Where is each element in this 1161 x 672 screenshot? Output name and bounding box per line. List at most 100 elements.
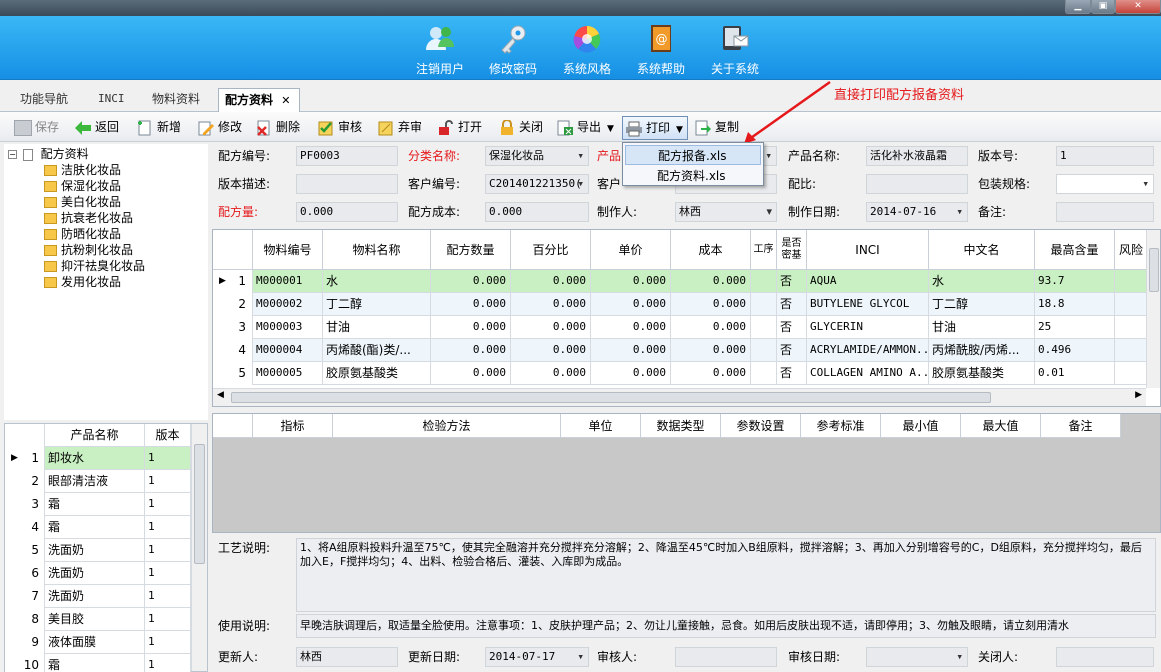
tab-material-data[interactable]: 物料资料 bbox=[152, 88, 200, 112]
column-header[interactable]: 最高含量 bbox=[1035, 230, 1115, 270]
tree-item[interactable]: 洁肤化妆品 bbox=[44, 162, 121, 178]
material-grid-hscroll[interactable]: ◀ ▶ bbox=[213, 388, 1146, 406]
update-date-picker[interactable]: 2014-07-17 bbox=[485, 647, 589, 667]
tree-item[interactable]: 抗粉刺化妆品 bbox=[44, 242, 133, 258]
product-name-header[interactable]: 产品名称 bbox=[45, 424, 145, 447]
menu-item-formula-report[interactable]: 配方报备.xls bbox=[625, 145, 761, 165]
tree-collapse-icon[interactable]: − bbox=[8, 150, 17, 159]
tab-formula-data[interactable]: 配方资料 ✕ bbox=[218, 88, 300, 112]
tree-root[interactable]: − 配方资料 bbox=[8, 146, 89, 162]
index-column-header[interactable]: 指标 bbox=[253, 414, 333, 438]
print-button[interactable]: 打印 ▼ bbox=[622, 116, 688, 140]
auditor-field[interactable] bbox=[675, 647, 777, 667]
table-row[interactable]: 10 霜 1 bbox=[5, 654, 191, 672]
index-column-header[interactable]: 参考标准 bbox=[801, 414, 881, 438]
table-row[interactable]: 5 M000005 胶原氨基酸类 0.000 0.000 0.000 0.000 否 COLLA… bbox=[213, 362, 1147, 385]
tab-close-icon[interactable]: ✕ bbox=[281, 94, 290, 107]
table-row[interactable]: 8 美目胶 1 bbox=[5, 608, 191, 631]
table-row[interactable]: 3霜1 bbox=[5, 493, 191, 516]
print-dropdown-icon[interactable]: ▼ bbox=[676, 125, 683, 135]
column-header[interactable]: 物料编号 bbox=[253, 230, 323, 270]
minimize-button[interactable]: ▁ bbox=[1065, 0, 1091, 14]
product-version-header[interactable]: 版本 bbox=[145, 424, 191, 447]
index-column-header[interactable]: 单位 bbox=[561, 414, 641, 438]
back-button[interactable]: 返回 bbox=[74, 118, 119, 138]
ratio-field[interactable] bbox=[866, 174, 968, 194]
category-select[interactable]: 保湿化妆品 bbox=[485, 146, 589, 166]
column-header[interactable]: 中文名 bbox=[929, 230, 1035, 270]
column-header[interactable]: 配方数量 bbox=[431, 230, 511, 270]
index-column-header[interactable]: 数据类型 bbox=[641, 414, 721, 438]
column-header[interactable]: INCI bbox=[807, 230, 929, 270]
close-button[interactable]: 关闭 bbox=[498, 118, 543, 138]
index-column-header[interactable]: 最大值 bbox=[961, 414, 1041, 438]
table-row[interactable]: ▶ 1 M000001 水 0.000 0.000 0.000 0.000 否 AQUA 水 93.7 bbox=[213, 270, 1147, 293]
column-header[interactable]: 工序 bbox=[751, 230, 777, 270]
scroll-left-icon[interactable]: ◀ bbox=[217, 390, 224, 400]
maker-select[interactable]: 林西 bbox=[675, 202, 777, 222]
index-column-header[interactable]: 最小值 bbox=[881, 414, 961, 438]
tree-item[interactable]: 保湿化妆品 bbox=[44, 178, 121, 194]
remark-field[interactable] bbox=[1056, 202, 1154, 222]
customer-no-select[interactable]: C201401221350( bbox=[485, 174, 589, 194]
save-button[interactable]: 保存 bbox=[14, 118, 59, 138]
export-button[interactable]: 导出 ▼ bbox=[556, 118, 614, 138]
column-header[interactable]: 成本 bbox=[671, 230, 751, 270]
edit-button[interactable]: 修改 bbox=[197, 118, 242, 138]
table-row[interactable]: 2 眼部清洁液 1 bbox=[5, 470, 191, 493]
version-field[interactable]: 1 bbox=[1056, 146, 1154, 166]
table-row[interactable]: 2 M000002 丁二醇 0.000 0.000 0.000 0.000 否 BUTYLENE… bbox=[213, 293, 1147, 316]
product-grid-scrollbar[interactable] bbox=[191, 424, 207, 671]
tab-inci[interactable]: INCI bbox=[98, 88, 125, 112]
column-header[interactable]: 百分比 bbox=[511, 230, 591, 270]
material-grid-vscroll[interactable] bbox=[1146, 230, 1160, 388]
table-row[interactable]: 3 M000003 甘油 0.000 0.000 0.000 0.000 否 GLYCERIN 甘… bbox=[213, 316, 1147, 339]
system-help-button[interactable]: @ 系统帮助 bbox=[624, 20, 698, 78]
logout-user-button[interactable]: 注销用户 bbox=[403, 20, 477, 78]
table-row[interactable]: ▶ 1 卸妆水 1 bbox=[5, 447, 191, 470]
usage-textarea[interactable]: 早晚洁肤调理后，取适量全脸使用。注意事项：1、皮肤护理产品；2、勿让儿童接触，忌… bbox=[296, 614, 1156, 638]
table-row[interactable]: 5 洗面奶 1 bbox=[5, 539, 191, 562]
menu-item-formula-data[interactable]: 配方资料.xls bbox=[625, 166, 761, 186]
tree-item[interactable]: 抑汗祛臭化妆品 bbox=[44, 258, 145, 274]
close-window-button[interactable]: ✕ bbox=[1115, 0, 1161, 14]
spec-select[interactable] bbox=[1056, 174, 1154, 194]
table-row[interactable]: 9 液体面膜 1 bbox=[5, 631, 191, 654]
table-row[interactable]: 7 洗面奶 1 bbox=[5, 585, 191, 608]
index-column-header[interactable]: 备注 bbox=[1041, 414, 1121, 438]
unaudit-button[interactable]: 弃审 bbox=[377, 118, 422, 138]
column-header[interactable]: 风险 bbox=[1115, 230, 1147, 270]
index-column-header[interactable]: 检验方法 bbox=[333, 414, 561, 438]
closer-field[interactable] bbox=[1056, 647, 1154, 667]
delete-button[interactable]: 删除 bbox=[255, 118, 300, 138]
open-button[interactable]: 打开 bbox=[437, 118, 482, 138]
process-textarea[interactable]: 1、将A组原料投料升温至75℃，使其完全融溶并充分搅拌充分溶解；2、降温至45℃… bbox=[296, 538, 1156, 612]
column-header[interactable]: 是否密基 bbox=[777, 230, 807, 270]
scroll-right-icon[interactable]: ▶ bbox=[1135, 390, 1142, 400]
version-desc-field[interactable] bbox=[296, 174, 398, 194]
new-button[interactable]: 新增 bbox=[136, 118, 181, 138]
vscroll-thumb[interactable] bbox=[1149, 248, 1159, 292]
copy-button[interactable]: 复制 bbox=[694, 118, 739, 138]
tree-item[interactable]: 美白化妆品 bbox=[44, 194, 121, 210]
scrollbar-thumb[interactable] bbox=[194, 444, 205, 564]
index-column-header[interactable]: 参数设置 bbox=[721, 414, 801, 438]
formula-no-field[interactable]: PF0003 bbox=[296, 146, 398, 166]
maximize-button[interactable]: ▣ bbox=[1091, 0, 1115, 14]
tree-item[interactable]: 防晒化妆品 bbox=[44, 226, 121, 242]
tree-item[interactable]: 发用化妆品 bbox=[44, 274, 121, 290]
table-row[interactable]: 4霜1 bbox=[5, 516, 191, 539]
audit-date-picker[interactable] bbox=[866, 647, 968, 667]
table-row[interactable]: 6 洗面奶 1 bbox=[5, 562, 191, 585]
column-header[interactable]: 物料名称 bbox=[323, 230, 431, 270]
tab-function-nav[interactable]: 功能导航 bbox=[20, 88, 68, 112]
updater-field[interactable]: 林西 bbox=[296, 647, 398, 667]
hscroll-thumb[interactable] bbox=[231, 392, 991, 403]
formula-cost-field[interactable]: 0.000 bbox=[485, 202, 589, 222]
export-dropdown-icon[interactable]: ▼ bbox=[607, 124, 614, 134]
make-date-picker[interactable]: 2014-07-16 bbox=[866, 202, 968, 222]
table-row[interactable]: 4 M000004 丙烯酸(酯)类/... 0.000 0.000 0.000 0.000 否… bbox=[213, 339, 1147, 362]
product-name-field[interactable]: 活化补水液晶霜 bbox=[866, 146, 968, 166]
system-style-button[interactable]: 系统风格 bbox=[550, 20, 624, 78]
change-password-button[interactable]: 修改密码 bbox=[476, 20, 550, 78]
